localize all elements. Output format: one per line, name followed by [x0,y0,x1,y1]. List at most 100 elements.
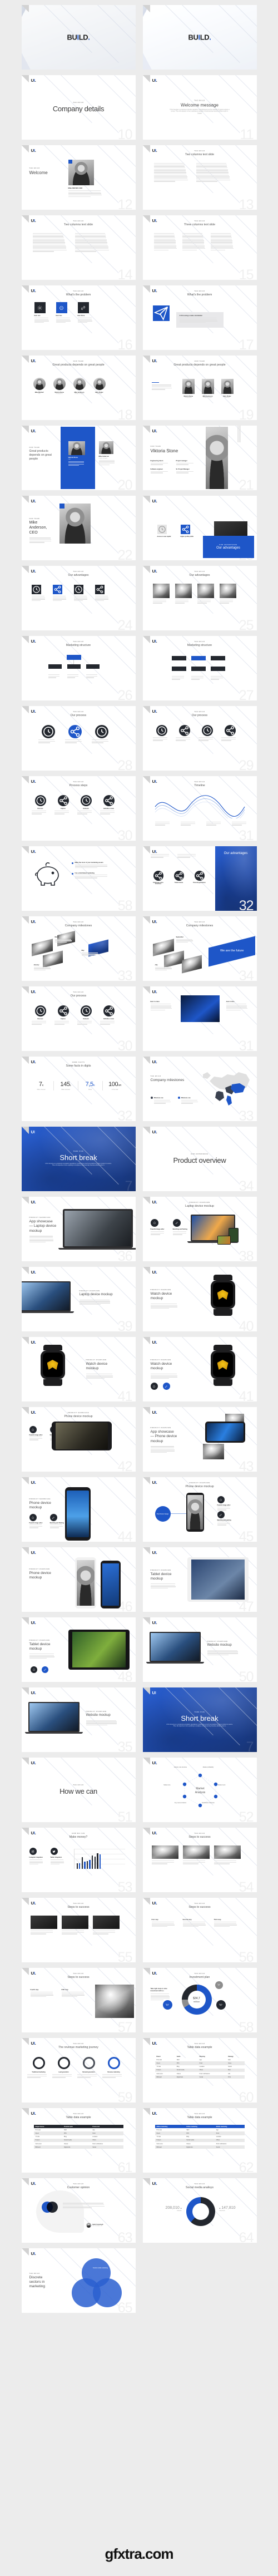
ring-item[interactable]: Lead generation [52,2057,76,2079]
team-member[interactable]: Mike Anderson Graphic Designer [73,378,86,394]
slide-thumbnail[interactable]: UI. Market Analysis Industry cost struct… [142,1758,257,1822]
circle-item[interactable]: Outreach [77,795,95,815]
slide-thumbnail[interactable]: UI. OUR TEAM Mike Anderson, CEO 22 [21,496,136,560]
slide-thumbnail[interactable]: UI. THE BUILD Company milestones January M… [21,916,136,981]
slide-thumbnail[interactable]: UI. THE BUILD Steps to success 54 [142,1828,257,1892]
advantage-item[interactable]: Higher profile profile [180,525,195,537]
slide-thumbnail[interactable]: UI. Best in class Just in time 31 [142,986,257,1051]
slide-thumbnail[interactable]: UI. THE BUILD Company milestones Mileston… [142,1057,257,1121]
slide-thumbnail[interactable]: UI. THE BUILD Three columns text slide 15 [142,215,257,280]
step-item[interactable] [30,1916,57,1935]
feature-item[interactable]: Powerful image editor [29,1426,45,1441]
photo-item[interactable] [152,584,170,604]
step-item[interactable]: Third step [214,1919,241,1928]
circle-item[interactable]: Definitive review [100,1005,118,1025]
slide-thumbnail[interactable]: UI. THE BUILD What's the problem Item one … [21,285,136,350]
slide-thumbnail[interactable]: UI. OUR TEAM Great products depends on gre… [21,356,136,420]
slide-thumbnail[interactable]: UI. THE BUILD Process steps Discover Explo… [21,776,136,841]
slide-thumbnail[interactable]: UI. PRODUCT OVERVIEW Tablet device mockup… [21,1617,136,1682]
team-member[interactable]: Viktoria Stone Photographer [182,379,195,398]
circle-item[interactable] [175,725,193,742]
slide-thumbnail[interactable]: BUILD. [21,5,136,70]
slide-thumbnail[interactable]: UI. PRODUCT OVERVIEW Watch device mockup … [142,1267,257,1331]
slide-thumbnail[interactable]: UI. PRODUCT OVERVIEW Tablet device mockup… [142,1547,257,1612]
circle-item[interactable]: Discover [31,1005,49,1025]
circle-item[interactable] [64,725,85,744]
feature-item[interactable]: Powerful image editor [150,1219,167,1236]
step-item[interactable] [61,1916,88,1935]
slide-thumbnail[interactable]: UI. PRODUCT OVERVIEW Phone device mockup … [21,1547,136,1612]
slide-thumbnail[interactable]: UI. THE BUILD Company milestones We are th… [142,916,257,981]
slide-thumbnail[interactable]: UI. OUR TEAM Great products depends on gr… [21,426,136,490]
slide-thumbnail[interactable]: UI. THE BUILD Marketing structure 27 [142,636,257,700]
circle-item[interactable]: Discover [31,795,49,815]
tile-item[interactable] [52,585,68,602]
slide-thumbnail[interactable]: UI. THE BUILD Customer opinion Beth Comsto… [21,2178,136,2243]
slide-thumbnail[interactable]: UI TAKE FIVE Short break A firm focusing … [21,1127,136,1191]
slide-thumbnail[interactable]: UI. THE BUILD Our advantages 25 [142,566,257,630]
team-member[interactable]: Viktoria Stone CEO [68,441,87,467]
step-item[interactable]: First step [151,1919,178,1928]
slide-thumbnail[interactable]: UI. THE BUILD Table data example Single lic… [21,2108,136,2173]
feature-item[interactable]: Sketching and Painting [172,1219,190,1236]
slide-thumbnail[interactable]: UI. PRODUCT OVERVIEW Laptop device mockup … [142,1197,257,1261]
slide-thumbnail[interactable]: UI. OUR EXPERIENCE Product overview 34 [142,1127,257,1191]
slide-thumbnail[interactable]: UI. THE BUILD Two columns text slide 14 [21,215,136,280]
feature-item[interactable]: Powerful image editor [29,1514,45,1529]
slide-thumbnail[interactable]: UI. THE BUILD What's the problem A firm us… [142,285,257,350]
slide-thumbnail[interactable]: UI. THE BUILD Two columns text slide 13 [142,145,257,210]
ring-item[interactable]: Traditional marketing [27,2057,51,2079]
step-item[interactable]: Fourth step [30,1989,57,1998]
step-item[interactable] [182,1845,210,1865]
slide-thumbnail[interactable]: UI. PRODUCT OVERVIEW Phone device mockup P… [142,1477,257,1542]
slide-thumbnail[interactable]: UI. THE BUILD Table data example Offline ma… [142,2108,257,2173]
feature-item[interactable]: Sketching and Painting [49,1514,66,1529]
slide-thumbnail[interactable]: UI. THE BUILD Welcome message A firm focu… [142,75,257,140]
ring-item[interactable]: Revenue marketing [102,2057,126,2079]
slide-thumbnail[interactable]: UI. PRODUCT OVERVIEW Watch device mockup … [21,1337,136,1401]
feature-item[interactable]: Powerful image editor [217,1496,233,1511]
tile-item[interactable] [31,585,47,602]
step-item[interactable]: Fifth step [61,1989,88,1998]
slide-thumbnail[interactable]: UI. THE BUILD Our process 28 [21,706,136,771]
circle-item[interactable]: Employees extra incentives [151,871,166,885]
feature-item[interactable]: Sketching and painting [217,1511,233,1526]
team-member[interactable]: Mary Parker Developer [93,378,106,394]
slide-thumbnail[interactable]: UI. THE BUILD Company details 10 [21,75,136,140]
slide-thumbnail[interactable]: BUILD. [142,5,257,70]
slide-thumbnail[interactable]: UI. THE BUILD Our process Discover Explore… [21,986,136,1051]
photo-item[interactable] [175,584,192,604]
team-member[interactable]: Mike Anderson Graphic designer [98,441,118,466]
slide-thumbnail[interactable]: UI. THE BUILD Our advantages 24 [21,566,136,630]
slide-thumbnail[interactable]: UI. THE BUILD Marketing structure 26 [21,636,136,700]
slide-thumbnail[interactable]: UI. Make the most of your marketing asse… [21,846,136,911]
circle-item[interactable]: Definitive review [100,795,118,815]
slide-thumbnail[interactable]: UI. THE BUILD Social media analisys 208,01… [142,2178,257,2243]
step-item[interactable] [92,1916,120,1935]
circle-item[interactable]: Explore [54,1005,72,1025]
slide-thumbnail[interactable]: UI. THE BUILD Discrete sectors in marketi… [21,2248,136,2313]
slide-thumbnail[interactable]: UI. HOW WE CAN Make money? Instagram integ… [21,1828,136,1892]
team-member[interactable]: Mary Parker Developer [221,379,234,398]
team-member[interactable]: Mike Anderson Graphic Designer [201,379,215,398]
photo-item[interactable] [219,584,236,604]
slide-thumbnail[interactable]: UI. THE BUILD The revenue marketing journe… [21,2038,136,2103]
slide-thumbnail[interactable]: UI. PRODUCT OVERVIEW Watch device mockup … [142,1337,257,1401]
slide-thumbnail[interactable]: UI. PRODUCT OVERVIEW Website mockup 35 [21,1687,136,1752]
tile-item[interactable] [95,585,111,602]
circle-item[interactable] [221,725,239,742]
step-item[interactable] [214,1845,241,1865]
slide-thumbnail[interactable]: UI. THE BUILD Steps to success 55 [21,1898,136,1962]
slide-thumbnail[interactable]: UI. THE BUILD Investment plan Take right s… [142,1968,257,2032]
circle-item[interactable] [91,725,112,744]
slide-thumbnail[interactable]: UI. Employees extra incentives Traded sh… [142,846,257,911]
slide-thumbnail[interactable]: UI. PRODUCT OVERVIEW Laptop device mocku… [21,1267,136,1331]
advantage-item[interactable]: Access to new capital [157,525,172,537]
step-item[interactable] [151,1845,178,1865]
slide-thumbnail[interactable]: UI TAKE FIVE Short break A firm focusing … [142,1687,257,1752]
slide-thumbnail[interactable]: UI. THE BUILD Steps to success First step … [142,1898,257,1962]
slide-thumbnail[interactable]: UI. SOME FACTS Some facts in digits 7K Mil… [21,1057,136,1121]
slide-thumbnail[interactable]: UI. THE BUILD How we can 51 [21,1758,136,1822]
feature-item[interactable]: Item three [77,302,95,324]
feature-item[interactable]: Instagram integration [29,1848,45,1866]
